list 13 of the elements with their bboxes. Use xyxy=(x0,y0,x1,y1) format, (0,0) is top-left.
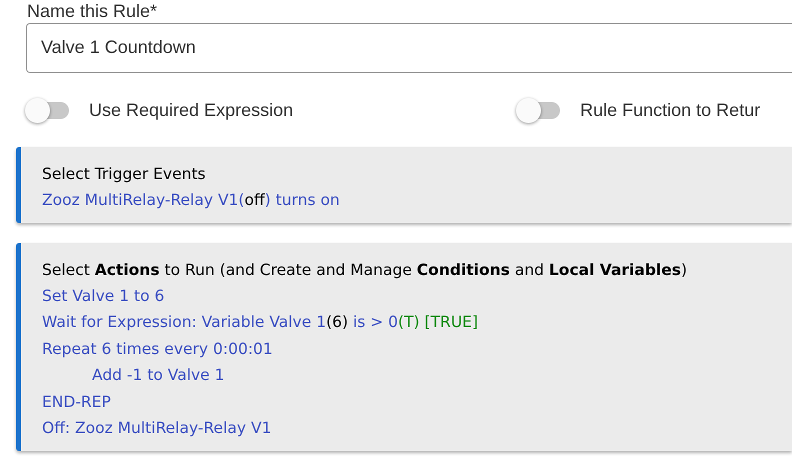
section-heading[interactable]: Select Trigger Events xyxy=(42,161,206,187)
rule-line[interactable]: END-REP xyxy=(42,388,111,415)
toggle-label: Use Required Expression xyxy=(89,100,294,120)
rule-line[interactable]: Zooz MultiRelay-Relay V1(off) turns on xyxy=(42,187,340,214)
rule-line[interactable]: Off: Zooz MultiRelay-Relay V1 xyxy=(42,415,272,442)
rule-name-field[interactable]: Valve 1 Countdown xyxy=(26,23,792,73)
field-label: Name this Rule* xyxy=(27,0,158,22)
rule-line[interactable]: Set Valve 1 to 6 xyxy=(42,282,164,309)
rule-line[interactable]: Wait for Expression: Variable Valve 1(6) is > 0(T) [TRUE] xyxy=(42,309,478,336)
rule-line[interactable]: Add -1 to Valve 1 xyxy=(42,362,225,388)
section-heading[interactable]: Select Actions to Run (and Create and Manage Conditions and Local Variables) xyxy=(42,256,688,282)
rule-line[interactable]: Repeat 6 times every 0:00:01 xyxy=(42,336,273,362)
toggle-label: Rule Function to Retur xyxy=(580,100,760,120)
